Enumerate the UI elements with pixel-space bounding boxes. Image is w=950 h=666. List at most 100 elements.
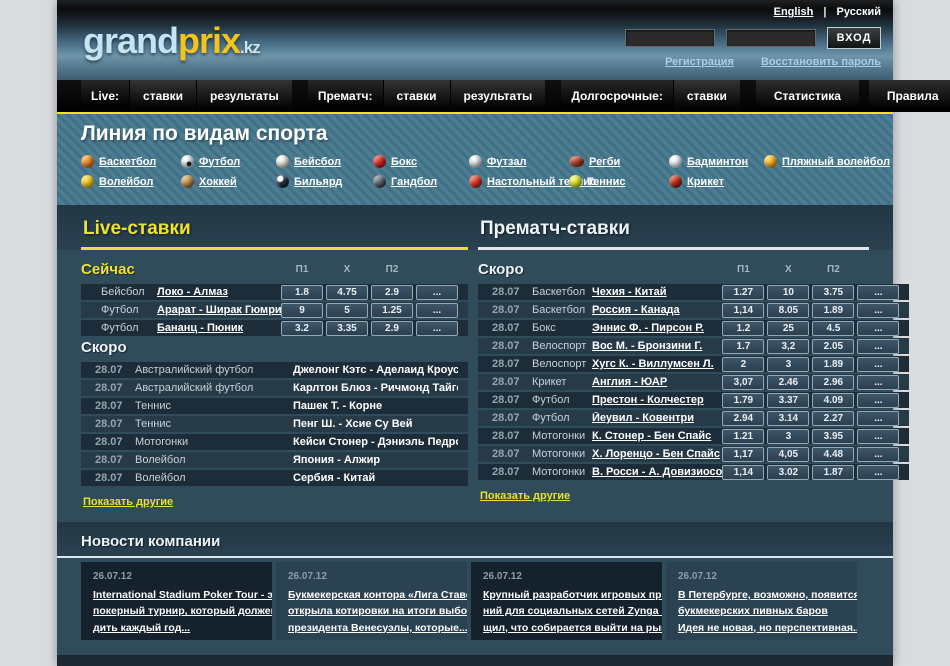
odds-p1-button[interactable]: 1.21: [722, 429, 764, 444]
site-logo[interactable]: grandprix.kz: [83, 20, 260, 62]
odds-x-button[interactable]: 3.35: [326, 321, 368, 336]
more-odds-button[interactable]: ...: [416, 303, 458, 318]
more-odds-button[interactable]: ...: [416, 285, 458, 300]
odds-p2-button[interactable]: 1.89: [812, 303, 854, 318]
odds-x-button[interactable]: 5: [326, 303, 368, 318]
odds-x-button[interactable]: 2.46: [767, 375, 809, 390]
nav-statistics[interactable]: Статистика: [756, 80, 859, 112]
nav-live-results[interactable]: результаты: [196, 80, 292, 112]
odds-x-button[interactable]: 25: [767, 321, 809, 336]
sport-link[interactable]: Пляжный волейбол: [764, 155, 893, 168]
odds-p1-button[interactable]: 1,14: [722, 303, 764, 318]
sport-link[interactable]: Теннис: [569, 175, 669, 188]
nav-longterm-stakes[interactable]: ставки: [673, 80, 740, 112]
sport-link[interactable]: Баскетбол: [81, 155, 181, 168]
odds-p1-button[interactable]: 1,14: [722, 465, 764, 480]
sport-link[interactable]: Бокс: [373, 155, 469, 168]
sport-link[interactable]: Гандбол: [373, 175, 469, 188]
odds-x-button[interactable]: 8.05: [767, 303, 809, 318]
odds-x-button[interactable]: 4.75: [326, 285, 368, 300]
match-link[interactable]: В. Росси - А. Довизиосо: [592, 466, 722, 478]
lang-english-link[interactable]: English: [774, 6, 814, 18]
odds-p1-button[interactable]: 3,07: [722, 375, 764, 390]
nav-rules[interactable]: Правила: [869, 80, 950, 112]
odds-p2-button[interactable]: 4.5: [812, 321, 854, 336]
prematch-show-more-link[interactable]: Показать другие: [480, 490, 570, 502]
odds-x-button[interactable]: 3.02: [767, 465, 809, 480]
match-link[interactable]: Хугс К. - Виллумсен Л.: [592, 358, 722, 370]
match-link[interactable]: Эннис Ф. - Пирсон Р.: [592, 322, 722, 334]
more-odds-button[interactable]: ...: [857, 375, 899, 390]
match-link[interactable]: Арарат - Ширак Гюмри: [157, 304, 281, 316]
more-odds-button[interactable]: ...: [857, 339, 899, 354]
odds-x-button[interactable]: 3,2: [767, 339, 809, 354]
more-odds-button[interactable]: ...: [857, 429, 899, 444]
odds-p2-button[interactable]: 1.87: [812, 465, 854, 480]
more-odds-button[interactable]: ...: [857, 393, 899, 408]
nav-live-stakes[interactable]: ставки: [129, 80, 196, 112]
login-button[interactable]: ВХОД: [827, 27, 881, 49]
odds-p1-button[interactable]: 1.7: [722, 339, 764, 354]
more-odds-button[interactable]: ...: [416, 321, 458, 336]
match-link[interactable]: Х. Лоренцо - Бен Спайс: [592, 448, 722, 460]
news-link[interactable]: International Stadium Poker Tour - это п…: [93, 587, 260, 636]
odds-p2-button[interactable]: 2.9: [371, 285, 413, 300]
odds-p2-button[interactable]: 4.48: [812, 447, 854, 462]
match-link[interactable]: Чехия - Китай: [592, 286, 722, 298]
odds-p1-button[interactable]: 1.8: [281, 285, 323, 300]
sport-link[interactable]: Настольный теннис: [469, 175, 569, 188]
more-odds-button[interactable]: ...: [857, 447, 899, 462]
odds-p1-button[interactable]: 1,17: [722, 447, 764, 462]
sport-link[interactable]: Крикет: [669, 175, 764, 188]
odds-p1-button[interactable]: 2.94: [722, 411, 764, 426]
more-odds-button[interactable]: ...: [857, 321, 899, 336]
odds-p2-button[interactable]: 4.09: [812, 393, 854, 408]
sport-link[interactable]: Бильярд: [276, 175, 373, 188]
odds-p1-button[interactable]: 1.79: [722, 393, 764, 408]
sport-link[interactable]: Регби: [569, 155, 669, 168]
more-odds-button[interactable]: ...: [857, 303, 899, 318]
news-link[interactable]: В Петербурге, возможно, появится сеть бу…: [678, 587, 845, 636]
odds-p1-button[interactable]: 1.27: [722, 285, 764, 300]
news-link[interactable]: Крупный разработчик игровых приложе- ний…: [483, 587, 650, 636]
sport-link[interactable]: Хоккей: [181, 175, 276, 188]
odds-p2-button[interactable]: 2.05: [812, 339, 854, 354]
odds-x-button[interactable]: 4,05: [767, 447, 809, 462]
nav-prematch-stakes[interactable]: ставки: [383, 80, 450, 112]
odds-x-button[interactable]: 3.37: [767, 393, 809, 408]
recover-password-link[interactable]: Восстановить пароль: [761, 56, 881, 68]
more-odds-button[interactable]: ...: [857, 465, 899, 480]
news-link[interactable]: Букмекерская контора «Лига Ставок» откры…: [288, 587, 455, 636]
nav-prematch-results[interactable]: результаты: [450, 80, 546, 112]
sport-link[interactable]: Бадминтон: [669, 155, 764, 168]
login-username-input[interactable]: [625, 29, 715, 47]
odds-p2-button[interactable]: 1.25: [371, 303, 413, 318]
match-link[interactable]: Россия - Канада: [592, 304, 722, 316]
odds-p2-button[interactable]: 2.27: [812, 411, 854, 426]
register-link[interactable]: Регистрация: [665, 56, 734, 68]
login-password-input[interactable]: [726, 29, 816, 47]
match-link[interactable]: Англия - ЮАР: [592, 376, 722, 388]
sport-link[interactable]: Футзал: [469, 155, 569, 168]
odds-x-button[interactable]: 10: [767, 285, 809, 300]
more-odds-button[interactable]: ...: [857, 285, 899, 300]
more-odds-button[interactable]: ...: [857, 357, 899, 372]
odds-p2-button[interactable]: 1.89: [812, 357, 854, 372]
odds-p2-button[interactable]: 3.75: [812, 285, 854, 300]
match-link[interactable]: Йеувил - Ковентри: [592, 412, 722, 424]
live-show-more-link[interactable]: Показать другие: [83, 496, 173, 508]
match-link[interactable]: Вос М. - Бронзини Г.: [592, 340, 722, 352]
odds-p1-button[interactable]: 1.2: [722, 321, 764, 336]
odds-p1-button[interactable]: 2: [722, 357, 764, 372]
sport-link[interactable]: Бейсбол: [276, 155, 373, 168]
odds-x-button[interactable]: 3: [767, 429, 809, 444]
odds-p2-button[interactable]: 2.96: [812, 375, 854, 390]
sport-link[interactable]: Футбол: [181, 155, 276, 168]
odds-p1-button[interactable]: 9: [281, 303, 323, 318]
odds-p2-button[interactable]: 2.9: [371, 321, 413, 336]
odds-x-button[interactable]: 3: [767, 357, 809, 372]
sport-link[interactable]: Волейбол: [81, 175, 181, 188]
odds-x-button[interactable]: 3.14: [767, 411, 809, 426]
match-link[interactable]: Локо - Алмаз: [157, 286, 281, 298]
more-odds-button[interactable]: ...: [857, 411, 899, 426]
